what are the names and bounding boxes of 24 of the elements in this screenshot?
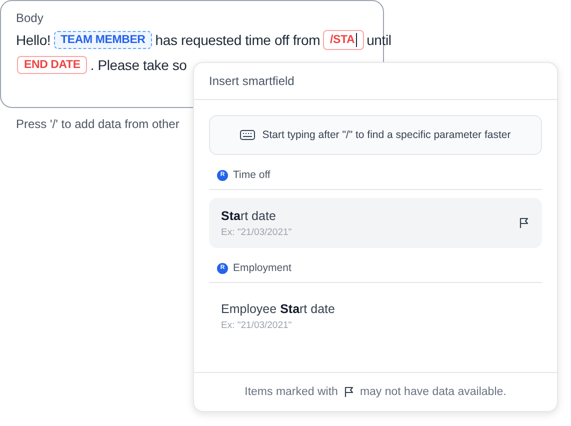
flag-icon [342, 386, 355, 398]
tip-text: Start typing after "/" to find a specific parameter faster [262, 129, 511, 141]
keyboard-icon [240, 130, 256, 140]
popup-title: Insert smartfield [194, 63, 557, 100]
body-text: . Please take so [90, 57, 187, 73]
footer-text: may not have data available. [360, 386, 506, 398]
smartfield-chip[interactable]: TEAM MEMBER [54, 31, 152, 49]
group-title: Employment [233, 262, 292, 274]
option-example: Ex: "21/03/2021" [221, 320, 293, 330]
field-label: Body [16, 11, 44, 25]
option-label: Employee Start date [221, 302, 335, 316]
helper-text: Press '/' to add data from other [16, 117, 180, 131]
smartfield-chip[interactable]: /STA [323, 30, 364, 50]
group-title: Time off [233, 169, 270, 181]
smartfield-chip[interactable]: END DATE [17, 56, 88, 74]
smartfield-option[interactable]: Employee Start date Ex: "21/03/2021" [209, 291, 542, 341]
option-label: Start date [221, 208, 277, 222]
flag-icon [518, 217, 530, 229]
body-text: has requested time off from [155, 32, 320, 48]
body-text: until [366, 32, 392, 48]
body-text: Hello! [16, 32, 51, 48]
smartfield-option[interactable]: Start date Ex: "21/03/2021" [209, 198, 542, 248]
footer-text: Items marked with [244, 386, 338, 398]
option-example: Ex: "21/03/2021" [221, 226, 292, 238]
